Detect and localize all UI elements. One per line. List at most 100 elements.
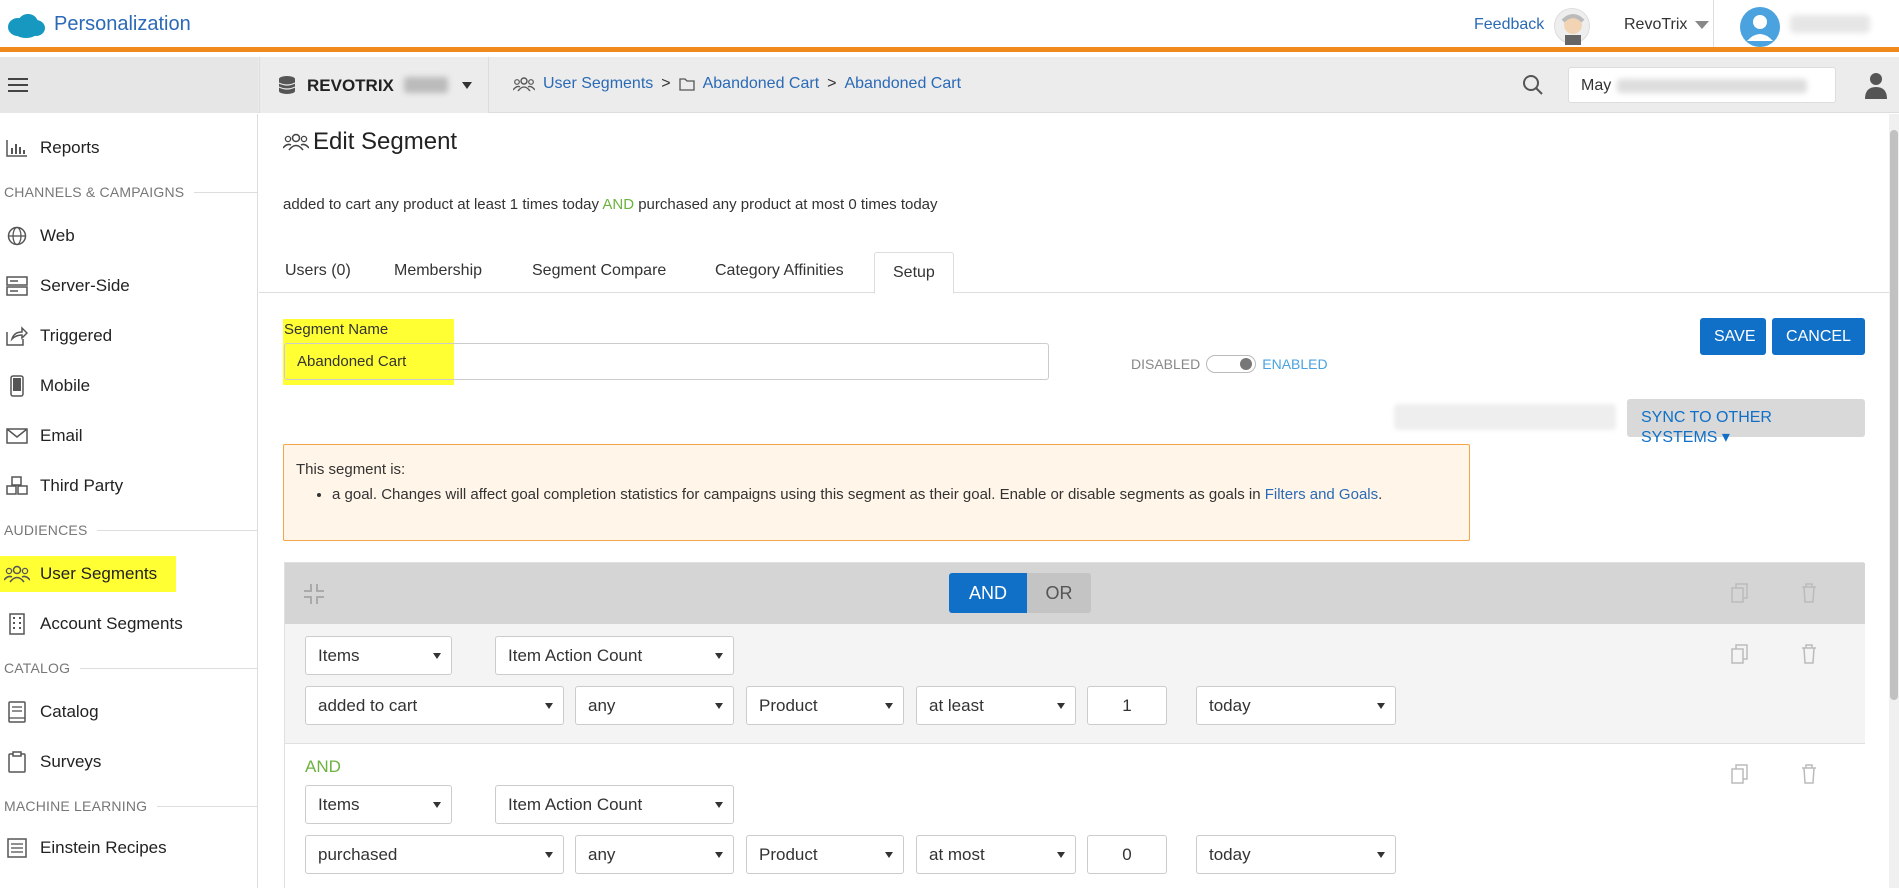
rule-joiner-label: AND: [305, 757, 341, 776]
einstein-avatar-icon[interactable]: [1554, 8, 1590, 45]
breadcrumb-user-segments[interactable]: User Segments: [543, 75, 653, 93]
rule-count-input[interactable]: 1: [1087, 686, 1167, 725]
rule-category-select[interactable]: Items: [305, 785, 452, 824]
breadcrumb-folder[interactable]: Abandoned Cart: [703, 75, 820, 93]
person-icon[interactable]: [1864, 71, 1888, 99]
mobile-icon: [4, 374, 30, 398]
sidebar-item-label: Mobile: [40, 376, 91, 395]
rule-period-select[interactable]: today: [1196, 686, 1396, 725]
rule-type-select[interactable]: Item Action Count: [495, 636, 734, 675]
and-or-toggle: AND OR: [949, 573, 1091, 613]
tab-bar: Users (0) Membership Segment Compare Cat…: [259, 252, 1889, 294]
users-icon: [283, 133, 309, 151]
user-name-redacted: [1790, 15, 1870, 33]
rule-action-select[interactable]: purchased: [305, 835, 564, 874]
collapse-icon[interactable]: [303, 583, 325, 605]
filters-and-goals-link[interactable]: Filters and Goals: [1265, 486, 1378, 503]
globe-icon: [4, 224, 30, 248]
tab-users[interactable]: Users (0): [285, 262, 351, 280]
rule-count-input[interactable]: 0: [1087, 835, 1167, 874]
rule-scope-select[interactable]: any: [575, 835, 734, 874]
rule-action-select[interactable]: added to cart: [305, 686, 564, 725]
sidebar-item-label: Catalog: [40, 702, 99, 721]
book-icon: [4, 700, 30, 724]
sidebar-item-mobile[interactable]: Mobile: [0, 370, 258, 402]
copy-icon[interactable]: [1731, 644, 1749, 664]
server-icon: [4, 274, 30, 298]
top-bar: Personalization Feedback RevoTrix: [0, 0, 1899, 52]
user-avatar-icon[interactable]: [1740, 7, 1780, 47]
enabled-toggle[interactable]: [1206, 355, 1257, 373]
or-button[interactable]: OR: [1027, 573, 1091, 613]
tab-segment-compare[interactable]: Segment Compare: [532, 262, 666, 280]
enabled-toggle-group: DISABLED ENABLED: [1131, 355, 1328, 373]
sidebar-item-reports[interactable]: Reports: [0, 132, 258, 164]
chevron-down-icon[interactable]: [1695, 21, 1709, 29]
envelope-icon: [4, 424, 30, 448]
sidebar-item-triggered[interactable]: Triggered: [0, 320, 258, 352]
sidebar-header: [0, 57, 258, 113]
sidebar-item-label: Web: [40, 226, 75, 245]
tab-setup[interactable]: Setup: [874, 252, 954, 294]
sidebar-item-email[interactable]: Email: [0, 420, 258, 452]
toggle-enabled-label: ENABLED: [1262, 356, 1328, 372]
sidebar-item-surveys[interactable]: Surveys: [0, 746, 258, 778]
dataset-switcher[interactable]: REVOTRIX: [259, 57, 489, 113]
rule-object-select[interactable]: Product: [746, 835, 904, 874]
breadcrumb-separator: >: [827, 75, 837, 92]
rule-operator-select[interactable]: at least: [916, 686, 1076, 725]
tab-membership[interactable]: Membership: [394, 262, 482, 280]
rule-object-select[interactable]: Product: [746, 686, 904, 725]
rule-scope-select[interactable]: any: [575, 686, 734, 725]
rules-header: AND OR: [285, 563, 1865, 624]
rule-operator-select[interactable]: at most: [916, 835, 1076, 874]
menu-icon[interactable]: [8, 78, 28, 92]
sidebar-item-user-segments[interactable]: User Segments: [0, 556, 176, 592]
search-icon[interactable]: [1522, 74, 1544, 96]
users-icon: [513, 77, 535, 92]
scrollbar-thumb[interactable]: [1890, 130, 1898, 700]
database-icon: [278, 76, 296, 94]
breadcrumb-current[interactable]: Abandoned Cart: [844, 75, 961, 93]
trash-icon[interactable]: [1801, 764, 1817, 784]
date-range-picker[interactable]: May: [1568, 67, 1836, 103]
feedback-link[interactable]: Feedback: [1474, 16, 1544, 34]
share-icon: [4, 324, 30, 348]
building-icon: [4, 612, 30, 636]
sidebar-item-third-party[interactable]: Third Party: [0, 470, 258, 502]
breadcrumb-separator: >: [661, 75, 671, 92]
trash-icon[interactable]: [1801, 644, 1817, 664]
cancel-button[interactable]: CANCEL: [1772, 318, 1865, 355]
copy-icon[interactable]: [1731, 764, 1749, 784]
and-button[interactable]: AND: [949, 573, 1027, 613]
sub-bar: REVOTRIX User Segments > Abandoned Cart …: [0, 57, 1899, 113]
section-machine-learning: MACHINE LEARNING: [4, 798, 258, 814]
sidebar-item-label: Server-Side: [40, 276, 130, 295]
rule-period-select[interactable]: today: [1196, 835, 1396, 874]
rule-category-select[interactable]: Items: [305, 636, 452, 675]
tab-category-affinities[interactable]: Category Affinities: [715, 262, 844, 280]
segment-name-label: Segment Name: [284, 321, 389, 338]
sidebar-item-einstein-recipes[interactable]: Einstein Recipes: [0, 832, 258, 864]
salesforce-cloud-icon[interactable]: [6, 13, 46, 39]
trash-icon[interactable]: [1801, 583, 1817, 603]
org-selector[interactable]: RevoTrix: [1624, 16, 1687, 34]
segment-name-input[interactable]: Abandoned Cart: [284, 343, 1049, 380]
sidebar-item-web[interactable]: Web: [0, 220, 258, 252]
clipboard-icon: [4, 750, 30, 774]
app-title[interactable]: Personalization: [54, 13, 191, 36]
sidebar-item-catalog[interactable]: Catalog: [0, 696, 258, 728]
copy-icon[interactable]: [1731, 583, 1749, 603]
sync-to-other-systems-button[interactable]: SYNC TO OTHER SYSTEMS ▾: [1627, 399, 1865, 446]
redacted-account: [1394, 404, 1616, 430]
section-channels-campaigns: CHANNELS & CAMPAIGNS: [4, 184, 258, 200]
rule-type-select[interactable]: Item Action Count: [495, 785, 734, 824]
dataset-name-redacted: [404, 77, 448, 93]
sidebar-item-label: Surveys: [40, 752, 102, 771]
sidebar-item-label: Email: [40, 426, 83, 445]
caret-down-icon[interactable]: [462, 82, 472, 89]
page-title-text: Edit Segment: [313, 128, 458, 155]
sidebar-item-server-side[interactable]: Server-Side: [0, 270, 258, 302]
save-button[interactable]: SAVE: [1700, 318, 1766, 355]
sidebar-item-account-segments[interactable]: Account Segments: [0, 608, 258, 640]
